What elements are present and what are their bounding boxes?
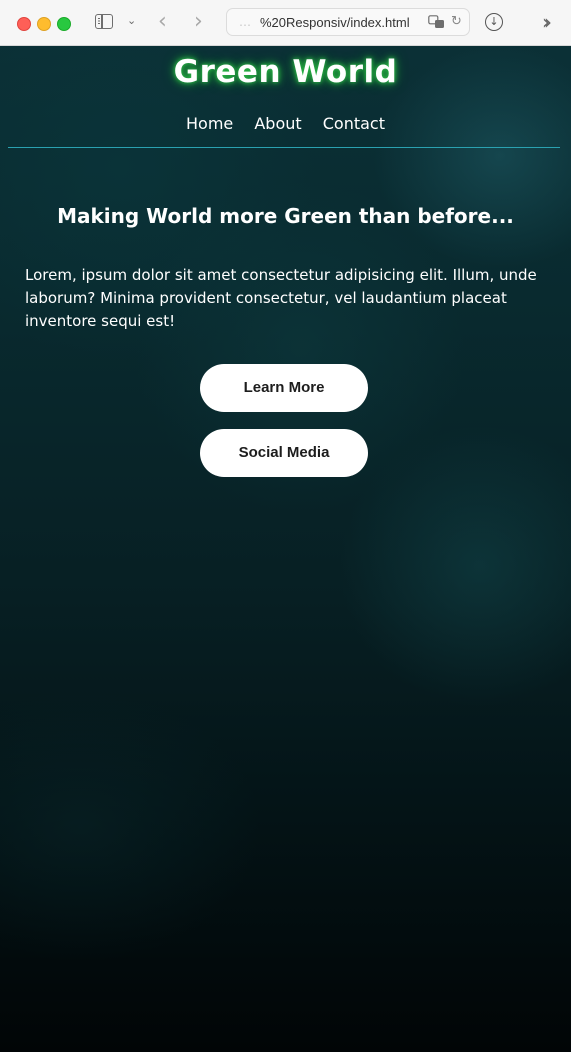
reload-icon[interactable]: ↻	[451, 14, 462, 29]
forward-icon[interactable]: ›	[194, 9, 203, 34]
nav-link-home[interactable]: Home	[186, 114, 233, 133]
sidebar-icon[interactable]	[95, 14, 113, 29]
nav-link-contact[interactable]: Contact	[323, 114, 385, 133]
social-media-button[interactable]: Social Media	[200, 429, 368, 477]
learn-more-button[interactable]: Learn More	[200, 364, 368, 412]
chevron-double-right-icon[interactable]: ››	[542, 10, 552, 34]
nav-divider	[8, 147, 560, 148]
zoom-window-button[interactable]	[57, 17, 71, 31]
hero-description: Lorem, ipsum dolor sit amet consectetur …	[25, 266, 537, 330]
browser-toolbar: ⌄ ‹ › … %20Responsiv/index.html ↻ ↓ ››	[0, 0, 571, 46]
browser-window: ⌄ ‹ › … %20Responsiv/index.html ↻ ↓ ›› G…	[0, 0, 571, 1052]
url-prefix: …	[239, 15, 251, 29]
site-title: Green World	[173, 54, 398, 90]
back-icon[interactable]: ‹	[158, 9, 167, 34]
hero-headline: Making World more Green than before...	[57, 204, 514, 228]
translate-icon[interactable]	[428, 15, 445, 29]
main-nav: Home About Contact	[0, 114, 571, 133]
url-text: %20Responsiv/index.html	[260, 15, 410, 30]
close-window-button[interactable]	[17, 17, 31, 31]
page-content: Green World Home About Contact Making Wo…	[0, 46, 571, 1052]
nav-link-about[interactable]: About	[254, 114, 301, 133]
download-icon[interactable]: ↓	[485, 13, 503, 31]
chevron-down-icon[interactable]: ⌄	[127, 14, 136, 27]
address-bar[interactable]: … %20Responsiv/index.html ↻	[226, 8, 470, 36]
minimize-window-button[interactable]	[37, 17, 51, 31]
